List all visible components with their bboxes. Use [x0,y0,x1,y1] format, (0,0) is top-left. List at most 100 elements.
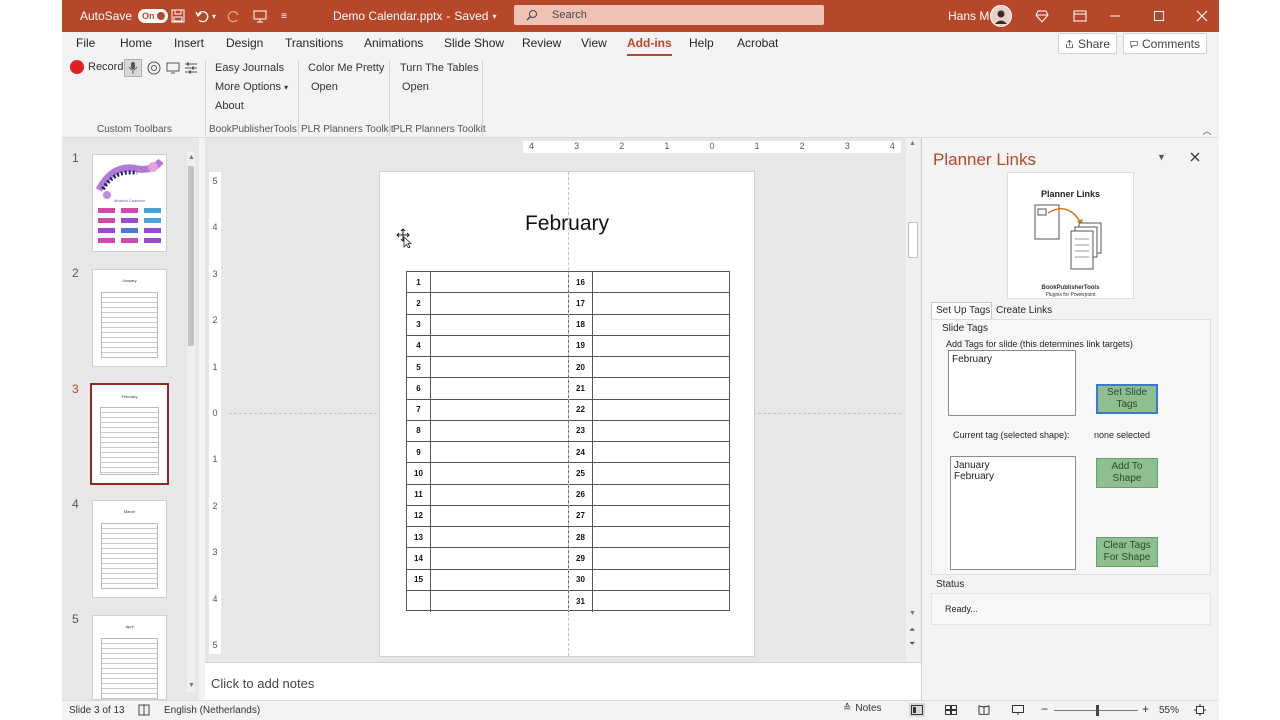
tab-design[interactable]: Design [226,36,263,50]
search-box[interactable]: Search [514,5,824,25]
share-button[interactable]: Share [1058,33,1117,54]
title-dropdown-icon[interactable]: ▾ [492,12,496,21]
screen-icon[interactable] [165,60,181,76]
day-note-cell[interactable] [431,569,569,590]
day-note-cell[interactable] [593,272,729,292]
scrollbar-thumb[interactable] [188,166,194,346]
day-number-cell[interactable]: 3 [407,314,431,335]
avatar[interactable] [990,5,1012,27]
day-number-cell[interactable]: 10 [407,463,431,484]
slideshow-view-icon[interactable] [1010,703,1026,717]
slide-thumbnail-1[interactable]: Musical Calendar [92,154,167,252]
tab-home[interactable]: Home [120,36,152,50]
day-note-cell[interactable] [593,400,729,420]
more-options-menu[interactable]: More Options ▾ [215,81,288,93]
day-number-cell[interactable]: 2 [407,293,431,314]
slide-tags-input[interactable]: February [948,350,1076,416]
tab-acrobat[interactable]: Acrobat [737,36,778,50]
tab-create-links[interactable]: Create Links [996,305,1052,316]
day-note-cell[interactable] [431,590,569,612]
day-note-cell[interactable] [431,548,569,569]
day-note-cell[interactable] [593,591,729,612]
record-button[interactable]: Record [70,60,123,74]
canvas-scrollbar[interactable]: ▲ ▼ ⏶ ⏷ [906,138,920,662]
day-note-cell[interactable] [431,335,569,356]
scrollbar-thumb[interactable] [908,222,918,258]
autosave-control[interactable]: AutoSave On [80,0,169,32]
day-number-cell[interactable]: 30 [569,569,593,590]
tag-list[interactable]: January February [950,456,1076,570]
tag-list-item[interactable]: January [954,460,1072,471]
slide-title[interactable]: February [380,212,754,236]
zoom-in-icon[interactable]: + [1142,703,1149,715]
tab-add-ins[interactable]: Add-ins [627,36,672,56]
save-icon[interactable] [170,8,186,24]
scroll-down-icon[interactable]: ▼ [188,682,195,690]
normal-view-icon[interactable] [909,703,925,717]
easy-journals-button[interactable]: Easy Journals [215,62,284,74]
day-number-cell[interactable]: 27 [569,505,593,526]
day-note-cell[interactable] [593,336,729,356]
day-number-cell[interactable]: 20 [569,357,593,378]
collapse-ribbon-icon[interactable]: ︿ [1201,124,1213,136]
notes-placeholder[interactable]: Click to add notes [211,676,314,691]
day-number-cell[interactable]: 25 [569,463,593,484]
tab-transitions[interactable]: Transitions [285,36,343,50]
color-me-pretty-button[interactable]: Color Me Pretty [308,62,384,74]
day-number-cell[interactable]: 1 [407,272,431,293]
turn-the-tables-button[interactable]: Turn The Tables [400,62,479,74]
notes-toggle[interactable]: ≙ Notes [843,703,882,714]
set-slide-tags-button[interactable]: Set Slide Tags [1096,384,1158,414]
reading-view-icon[interactable] [976,703,992,717]
slide-canvas[interactable]: February 1 16 2 17 3 18 4 19 5 20 6 21 7 22 8 23 9 24 10 25… [379,171,755,657]
previous-slide-icon[interactable]: ⏶ [909,625,915,635]
day-number-cell[interactable]: 7 [407,399,431,420]
day-number-cell[interactable] [407,590,431,612]
day-note-cell[interactable] [431,420,569,441]
day-note-cell[interactable] [593,463,729,483]
day-number-cell[interactable]: 29 [569,548,593,569]
next-slide-icon[interactable]: ⏷ [909,639,915,649]
fit-slide-icon[interactable] [1193,703,1207,717]
tab-insert[interactable]: Insert [174,36,204,50]
day-number-cell[interactable]: 6 [407,378,431,399]
day-note-cell[interactable] [431,378,569,399]
redo-icon[interactable] [226,8,242,24]
vertical-guide[interactable] [568,172,569,656]
zoom-out-icon[interactable]: − [1041,703,1048,715]
day-number-cell[interactable]: 17 [569,293,593,314]
day-note-cell[interactable] [431,399,569,420]
user-name[interactable]: Hans M [948,0,989,32]
day-note-cell[interactable] [593,378,729,398]
undo-icon[interactable] [194,8,210,24]
scroll-up-icon[interactable]: ▲ [188,154,195,162]
day-number-cell[interactable]: 11 [407,484,431,505]
open-button[interactable]: Open [402,81,429,93]
undo-dropdown-icon[interactable]: ▾ [210,8,218,24]
day-number-cell[interactable]: 22 [569,399,593,420]
day-note-cell[interactable] [431,272,569,293]
pane-options-icon[interactable]: ▼ [1157,152,1166,162]
day-note-cell[interactable] [431,357,569,378]
tab-help[interactable]: Help [689,36,714,50]
day-number-cell[interactable]: 13 [407,527,431,548]
day-number-cell[interactable]: 31 [569,590,593,612]
settings-sliders-icon[interactable] [183,60,199,76]
present-icon[interactable] [252,8,268,24]
accessibility-icon[interactable] [137,704,151,716]
scroll-down-icon[interactable]: ▼ [909,610,916,617]
notes-pane[interactable]: Click to add notes [205,662,921,700]
slide-thumbnail-2[interactable]: January [92,269,167,367]
day-number-cell[interactable]: 16 [569,272,593,293]
day-number-cell[interactable]: 5 [407,357,431,378]
day-note-cell[interactable] [431,505,569,526]
clear-tags-button[interactable]: Clear Tags For Shape [1096,537,1158,567]
day-number-cell[interactable]: 14 [407,548,431,569]
add-to-shape-button[interactable]: Add To Shape [1096,458,1158,488]
day-note-cell[interactable] [593,527,729,547]
tab-file[interactable]: File [76,36,95,50]
day-note-cell[interactable] [431,463,569,484]
day-number-cell[interactable]: 8 [407,420,431,441]
day-number-cell[interactable]: 21 [569,378,593,399]
zoom-level[interactable]: 55% [1159,705,1179,716]
